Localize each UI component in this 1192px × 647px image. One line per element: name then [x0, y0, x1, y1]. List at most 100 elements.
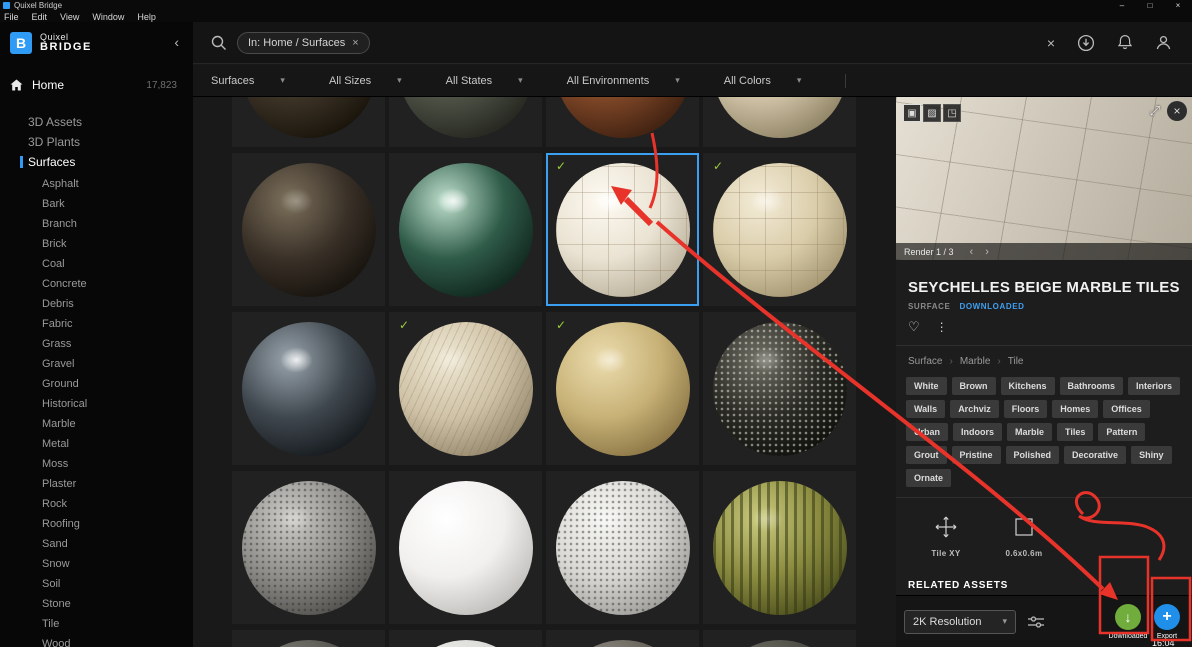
sidebar-subitem-brick[interactable]: Brick: [0, 234, 193, 254]
tag-pill-urban[interactable]: Urban: [906, 423, 949, 441]
maximize-button[interactable]: □: [1136, 0, 1164, 11]
filter-dropdown-all-states[interactable]: All States ▾: [446, 75, 523, 87]
tag-pill-pattern[interactable]: Pattern: [1098, 423, 1146, 441]
tag-pill-bathrooms[interactable]: Bathrooms: [1059, 377, 1124, 395]
tag-pill-archviz[interactable]: Archviz: [950, 400, 999, 418]
sidebar-subitem-wood[interactable]: Wood: [0, 634, 193, 647]
sidebar-item-3d-plants[interactable]: 3D Plants: [0, 132, 193, 152]
asset-tile[interactable]: [703, 471, 856, 624]
tag-pill-tiles[interactable]: Tiles: [1057, 423, 1094, 441]
sidebar-subitem-plaster[interactable]: Plaster: [0, 474, 193, 494]
asset-tile[interactable]: [546, 471, 699, 624]
breadcrumb-item[interactable]: Marble: [960, 356, 991, 367]
clear-search-icon[interactable]: ×: [1047, 35, 1055, 51]
asset-tile[interactable]: ✓: [546, 312, 699, 465]
collapse-sidebar-icon[interactable]: ‹: [174, 34, 179, 50]
menu-item-view[interactable]: View: [60, 12, 79, 22]
menu-item-file[interactable]: File: [4, 12, 19, 22]
menu-item-help[interactable]: Help: [137, 12, 156, 22]
sidebar-subitem-coal[interactable]: Coal: [0, 254, 193, 274]
sidebar-subitem-stone[interactable]: Stone: [0, 594, 193, 614]
remove-scope-icon[interactable]: ×: [352, 37, 358, 49]
sidebar-subitem-debris[interactable]: Debris: [0, 294, 193, 314]
sidebar-subitem-grass[interactable]: Grass: [0, 334, 193, 354]
filter-dropdown-all-colors[interactable]: All Colors ▾: [724, 75, 802, 87]
view-texture-icon[interactable]: ▨: [923, 104, 941, 122]
menu-item-edit[interactable]: Edit: [32, 12, 48, 22]
menu-item-window[interactable]: Window: [92, 12, 124, 22]
tag-pill-ornate[interactable]: Ornate: [906, 469, 952, 487]
tag-pill-walls[interactable]: Walls: [906, 400, 946, 418]
minimize-button[interactable]: –: [1108, 0, 1136, 11]
sidebar-subitem-snow[interactable]: Snow: [0, 554, 193, 574]
sidebar-subitem-tile[interactable]: Tile: [0, 614, 193, 634]
asset-tile[interactable]: [389, 97, 542, 147]
resolution-select[interactable]: 2K Resolution ▾: [904, 609, 1016, 634]
tag-pill-grout[interactable]: Grout: [906, 446, 947, 464]
sidebar-subitem-fabric[interactable]: Fabric: [0, 314, 193, 334]
close-button[interactable]: ×: [1164, 0, 1192, 11]
asset-tile[interactable]: [232, 630, 385, 647]
asset-tile[interactable]: ✓: [389, 312, 542, 465]
more-options-icon[interactable]: ⋮: [936, 320, 948, 334]
asset-tile[interactable]: ✓: [703, 153, 856, 306]
asset-tile[interactable]: [232, 153, 385, 306]
sidebar-subitem-asphalt[interactable]: Asphalt: [0, 174, 193, 194]
download-button[interactable]: ↓: [1115, 603, 1141, 630]
breadcrumb-item[interactable]: Surface: [908, 356, 942, 367]
local-downloads-icon[interactable]: [1077, 34, 1095, 52]
view-render-icon[interactable]: ▣: [903, 104, 921, 122]
tag-pill-shiny[interactable]: Shiny: [1131, 446, 1172, 464]
next-render-icon[interactable]: ›: [985, 246, 989, 258]
sidebar-subitem-bark[interactable]: Bark: [0, 194, 193, 214]
close-preview-icon[interactable]: ×: [1167, 101, 1187, 121]
tag-pill-indoors[interactable]: Indoors: [953, 423, 1003, 441]
asset-tile[interactable]: [546, 630, 699, 647]
tag-pill-marble[interactable]: Marble: [1007, 423, 1053, 441]
view-3d-icon[interactable]: ◳: [943, 104, 961, 122]
tag-pill-offices[interactable]: Offices: [1103, 400, 1150, 418]
sidebar-subitem-sand[interactable]: Sand: [0, 534, 193, 554]
sidebar-subitem-metal[interactable]: Metal: [0, 434, 193, 454]
asset-tile[interactable]: [703, 630, 856, 647]
user-account-icon[interactable]: [1155, 34, 1172, 51]
tag-pill-floors[interactable]: Floors: [1003, 400, 1048, 418]
tag-pill-homes[interactable]: Homes: [1052, 400, 1099, 418]
breadcrumb-item[interactable]: Tile: [1008, 356, 1024, 367]
sidebar-subitem-soil[interactable]: Soil: [0, 574, 193, 594]
asset-tile[interactable]: [232, 312, 385, 465]
sidebar-subitem-ground[interactable]: Ground: [0, 374, 193, 394]
tag-pill-polished[interactable]: Polished: [1005, 446, 1060, 464]
asset-tile[interactable]: [703, 97, 856, 147]
sidebar-subitem-moss[interactable]: Moss: [0, 454, 193, 474]
sidebar-item-3d-assets[interactable]: 3D Assets: [0, 112, 193, 132]
download-settings-icon[interactable]: [1028, 615, 1044, 629]
filter-dropdown-all-environments[interactable]: All Environments ▾: [567, 75, 680, 87]
asset-tile[interactable]: [232, 471, 385, 624]
tag-pill-white[interactable]: White: [906, 377, 947, 395]
favorite-icon[interactable]: ♡: [908, 319, 920, 335]
tag-pill-interiors[interactable]: Interiors: [1128, 377, 1181, 395]
notifications-bell-icon[interactable]: [1117, 34, 1133, 51]
sidebar-subitem-marble[interactable]: Marble: [0, 414, 193, 434]
tag-pill-brown[interactable]: Brown: [951, 377, 996, 395]
asset-tile-selected[interactable]: ✓: [546, 153, 699, 306]
asset-tile[interactable]: [389, 153, 542, 306]
sidebar-subitem-historical[interactable]: Historical: [0, 394, 193, 414]
sidebar-subitem-branch[interactable]: Branch: [0, 214, 193, 234]
asset-tile[interactable]: [546, 97, 699, 147]
asset-tile[interactable]: [703, 312, 856, 465]
tag-pill-decorative[interactable]: Decorative: [1064, 446, 1127, 464]
filter-dropdown-surfaces[interactable]: Surfaces ▾: [211, 75, 285, 87]
asset-tile[interactable]: [389, 630, 542, 647]
asset-tile[interactable]: [232, 97, 385, 147]
asset-tile[interactable]: [389, 471, 542, 624]
sidebar-subitem-roofing[interactable]: Roofing: [0, 514, 193, 534]
search-scope-chip[interactable]: In: Home / Surfaces ×: [237, 31, 370, 54]
fullscreen-icon[interactable]: ⤢: [1150, 103, 1160, 119]
sidebar-subitem-gravel[interactable]: Gravel: [0, 354, 193, 374]
tag-pill-kitchens[interactable]: Kitchens: [1000, 377, 1055, 395]
sidebar-subitem-rock[interactable]: Rock: [0, 494, 193, 514]
sidebar-subitem-concrete[interactable]: Concrete: [0, 274, 193, 294]
prev-render-icon[interactable]: ‹: [970, 246, 974, 258]
